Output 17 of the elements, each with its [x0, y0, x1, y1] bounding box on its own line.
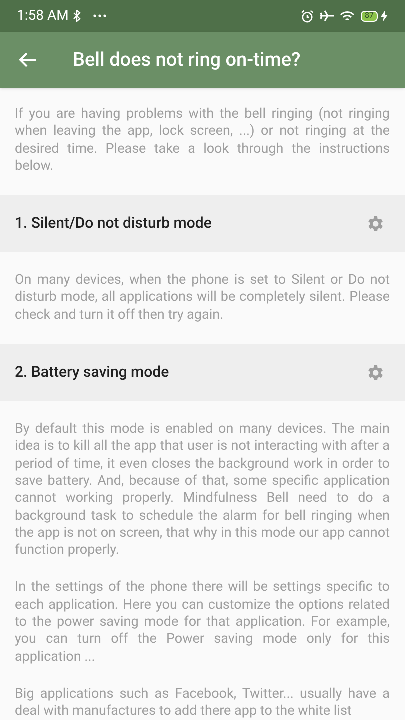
paragraph: If you are having problems with the bell ringing (not ringing when leaving the app, lock screen, ...) or not ringing at the desired time. Please take a look through the instructions below.	[15, 106, 390, 176]
section-title: 2. Battery saving mode	[15, 362, 170, 384]
paragraph: Big applications such as Facebook, Twitter... usually have a deal with manufactures to add there app to the white list	[15, 686, 390, 720]
paragraph: On many devices, when the phone is set to Silent or Do not disturb mode, all applications will be completely silent. Please check and turn it off then try again.	[15, 272, 390, 324]
charging-icon	[381, 10, 388, 22]
paragraph: By default this mode is enabled on many devices. The main idea is to kill all the app that user is not interacting with after a period of time, it even closes the background work in order to save battery. And, because of that, some specific application cannot working properly. Mindfulness Bell need to do a background task to schedule the alarm for bell ringing when the app is not on screen, that why in this mode our app cannot function properly.	[15, 421, 390, 560]
bluetooth-icon	[72, 10, 81, 22]
back-arrow-icon[interactable]	[19, 52, 37, 68]
alarm-icon	[301, 10, 314, 22]
paragraph: In the settings of the phone there will be settings specific to each application. Here you can customize the options related to the power saving mode for that application. For example, you can turn off the Power saving mode only for this application ...	[15, 579, 390, 666]
more-icon	[92, 14, 107, 18]
airplane-icon	[320, 10, 334, 22]
status-time: 1:58 AM	[17, 6, 69, 26]
section-title: 1. Silent/Do not disturb mode	[15, 213, 212, 234]
battery-indicator: 87	[361, 10, 378, 22]
wifi-icon	[340, 10, 355, 22]
screen-title: Bell does not ring on-time?	[73, 46, 301, 73]
